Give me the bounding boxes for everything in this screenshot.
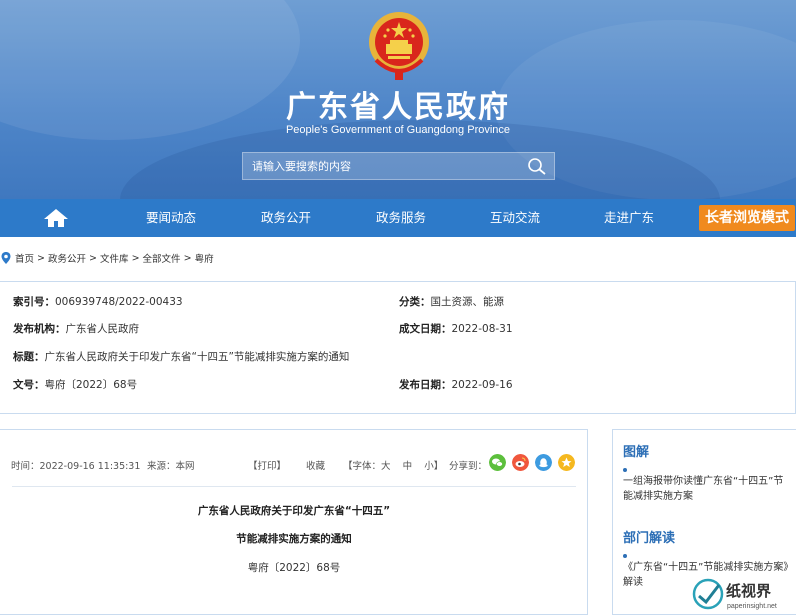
national-emblem-icon bbox=[369, 12, 429, 80]
nav-item-interaction[interactable]: 互动交流 bbox=[462, 199, 568, 237]
breadcrumb-separator: > bbox=[34, 252, 49, 264]
site-title: 广东省人民政府 bbox=[286, 90, 510, 125]
meta-category: 分类：国土资源、能源 bbox=[399, 294, 504, 309]
paperinsight-watermark-logo: 纸视界 paperinsight.net bbox=[690, 574, 794, 614]
meta-created-date: 成文日期：2022-08-31 bbox=[399, 321, 513, 336]
sidebar-section-infographic[interactable]: 图解 bbox=[623, 441, 649, 460]
article-source: 来源：本网 bbox=[147, 461, 195, 472]
share-label: 分享到： bbox=[449, 461, 488, 472]
home-icon[interactable] bbox=[42, 207, 70, 229]
bullet-icon bbox=[623, 554, 627, 558]
meta-published-date: 发布日期：2022-09-16 bbox=[399, 377, 513, 392]
watermark-url: paperinsight.net bbox=[727, 603, 777, 610]
breadcrumb-open-government[interactable]: 政务公开 bbox=[48, 251, 86, 265]
breadcrumb-separator: > bbox=[128, 252, 143, 264]
bullet-icon bbox=[623, 468, 627, 472]
font-size-label: 【字体： bbox=[343, 461, 382, 472]
wechat-share-icon[interactable] bbox=[489, 454, 506, 471]
meta-published-label: 发布日期： bbox=[399, 379, 452, 391]
meta-created-label: 成文日期： bbox=[399, 323, 452, 335]
search-icon[interactable] bbox=[526, 156, 548, 176]
meta-title-value: 广东省人民政府关于印发广东省“十四五”节能减排实施方案的通知 bbox=[44, 351, 350, 363]
sidebar-section-interpretation[interactable]: 部门解读 bbox=[623, 527, 675, 546]
meta-index-value: 006939748/2022-00433 bbox=[55, 296, 183, 308]
breadcrumb-separator: > bbox=[180, 252, 195, 264]
favorite-button[interactable]: 收藏 bbox=[306, 458, 325, 472]
watermark-brand: 纸视界 bbox=[726, 582, 771, 600]
font-small-button[interactable]: 小 bbox=[424, 461, 434, 472]
meta-issuer-value: 广东省人民政府 bbox=[65, 323, 140, 335]
meta-docno-label: 文号： bbox=[13, 379, 45, 391]
article-doc-number: 粤府〔2022〕68号 bbox=[247, 562, 341, 574]
article-panel: 时间：2022-09-16 11:35:31 来源：本网 【打印】 收藏 【字体… bbox=[0, 429, 588, 615]
nav-item-about-guangdong[interactable]: 走进广东 bbox=[576, 199, 682, 237]
nav-item-open-government[interactable]: 政务公开 bbox=[233, 199, 339, 237]
meta-category-value: 国土资源、能源 bbox=[430, 296, 505, 308]
breadcrumb-separator: > bbox=[86, 252, 101, 264]
search-input[interactable] bbox=[243, 153, 513, 179]
article-time: 时间：2022-09-16 11:35:31 bbox=[11, 461, 141, 472]
article-header-divider bbox=[12, 486, 576, 487]
site-header: 广东省人民政府 People's Government of Guangdong… bbox=[0, 0, 796, 199]
meta-title-label: 标题： bbox=[13, 351, 45, 363]
article-title-line-2: 节能减排实施方案的通知 bbox=[236, 533, 352, 545]
font-size-control: 【字体：大 中 小】 bbox=[343, 458, 443, 472]
qzone-share-icon[interactable] bbox=[558, 454, 575, 471]
meta-category-label: 分类： bbox=[399, 296, 431, 308]
nav-item-services[interactable]: 政务服务 bbox=[348, 199, 454, 237]
main-nav: 要闻动态 政务公开 政务服务 互动交流 走进广东 长者浏览模式 bbox=[0, 199, 796, 237]
font-medium-button[interactable]: 中 bbox=[403, 461, 413, 472]
weibo-share-icon[interactable] bbox=[512, 454, 529, 471]
location-pin-icon bbox=[1, 252, 11, 264]
search-box bbox=[242, 152, 555, 180]
meta-title: 标题：广东省人民政府关于印发广东省“十四五”节能减排实施方案的通知 bbox=[13, 349, 349, 364]
meta-docno-value: 粤府〔2022〕68号 bbox=[44, 379, 138, 391]
document-metadata-panel: 索引号：006939748/2022-00433 分类：国土资源、能源 发布机构… bbox=[0, 281, 796, 414]
site-subtitle: People's Government of Guangdong Provinc… bbox=[285, 124, 511, 136]
elder-mode-button[interactable]: 长者浏览模式 bbox=[699, 205, 795, 231]
breadcrumb-all-files[interactable]: 全部文件 bbox=[143, 251, 181, 265]
meta-created-value: 2022-08-31 bbox=[451, 323, 513, 335]
breadcrumb-current[interactable]: 粤府 bbox=[195, 251, 214, 265]
meta-published-value: 2022-09-16 bbox=[451, 379, 513, 391]
meta-issuer: 发布机构：广东省人民政府 bbox=[13, 321, 139, 336]
meta-index: 索引号：006939748/2022-00433 bbox=[13, 294, 183, 309]
nav-item-news[interactable]: 要闻动态 bbox=[118, 199, 224, 237]
meta-index-label: 索引号： bbox=[13, 296, 55, 308]
breadcrumb: 首页 > 政务公开 > 文件库 > 全部文件 > 粤府 bbox=[0, 250, 214, 266]
breadcrumb-library[interactable]: 文件库 bbox=[100, 251, 129, 265]
article-title-line-1: 广东省人民政府关于印发广东省“十四五” bbox=[197, 505, 391, 517]
sidebar-link-infographic[interactable]: 一组海报带你读懂广东省“十四五”节能减排实施方案 bbox=[623, 474, 793, 504]
font-large-button[interactable]: 大 bbox=[381, 461, 391, 472]
font-size-close: 】 bbox=[433, 461, 444, 472]
meta-issuer-label: 发布机构： bbox=[13, 323, 66, 335]
meta-doc-number: 文号：粤府〔2022〕68号 bbox=[13, 377, 137, 392]
breadcrumb-home[interactable]: 首页 bbox=[15, 251, 34, 265]
qq-share-icon[interactable] bbox=[535, 454, 552, 471]
print-button[interactable]: 【打印】 bbox=[248, 458, 286, 472]
